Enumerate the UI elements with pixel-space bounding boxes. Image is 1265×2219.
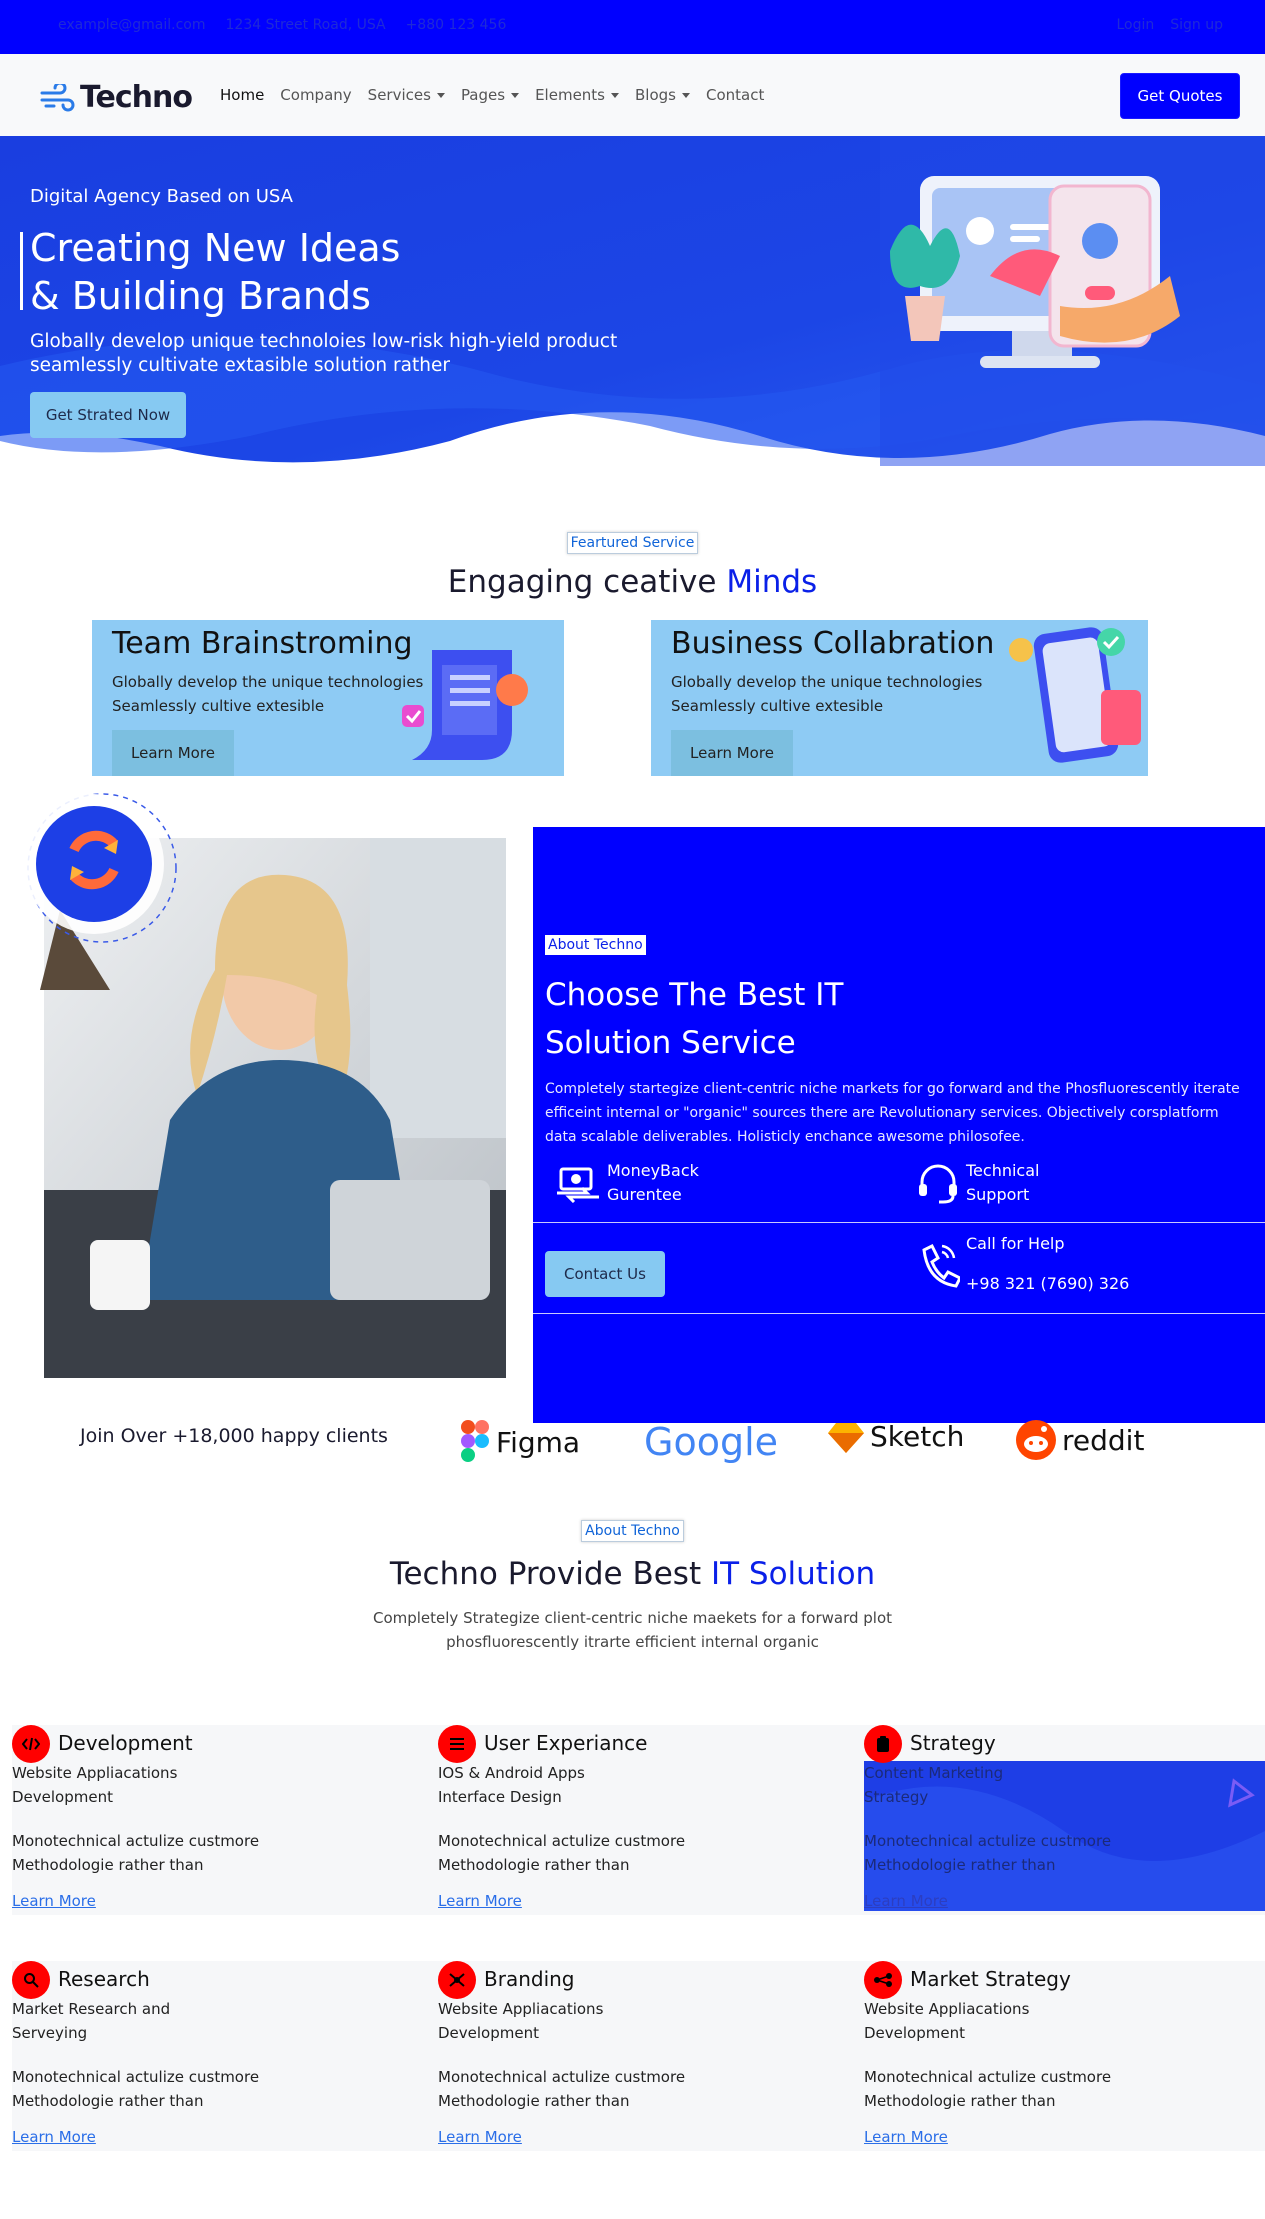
service-card-title: Team Brainstroming xyxy=(112,626,413,661)
logo[interactable]: Techno xyxy=(40,80,193,115)
moneyback-feature: MoneyBack Gurentee xyxy=(555,1159,699,1207)
clients-text: Join Over +18,000 happy clients xyxy=(80,1425,388,1447)
learn-more-link[interactable]: Learn More xyxy=(864,1889,948,1913)
topbar-address: 1234 Street Road, USA xyxy=(225,17,386,33)
nav-item-contact[interactable]: Contact xyxy=(706,86,764,104)
contact-us-button[interactable]: Contact Us xyxy=(545,1251,665,1297)
learn-more-link[interactable]: Learn More xyxy=(438,2125,522,2149)
chevron-down-icon xyxy=(681,93,690,98)
hero-title-bar xyxy=(20,232,23,310)
about-divider xyxy=(533,1313,1265,1314)
service-card-desc: Globally develop the unique technologies… xyxy=(112,673,424,715)
nav-item-home[interactable]: Home xyxy=(220,86,264,104)
hero-tagline: Digital Agency Based on USA xyxy=(30,186,293,207)
solutions-section: About Techno Techno Provide Best IT Solu… xyxy=(0,1520,1265,1654)
topbar-phone[interactable]: +880 123 456 xyxy=(406,17,507,33)
learn-more-link[interactable]: Learn More xyxy=(438,1889,522,1913)
call-label: Call for Help xyxy=(966,1234,1065,1253)
learn-more-button[interactable]: Learn More xyxy=(671,730,793,776)
about-title: Choose The Best IT Solution Service xyxy=(545,977,844,1061)
nav-item-services[interactable]: Services xyxy=(368,86,445,104)
service-card-brainstorming: Team Brainstroming Globally develop the … xyxy=(92,620,564,776)
nav-item-blogs[interactable]: Blogs xyxy=(635,86,690,104)
service-card-title: Business Collabration xyxy=(671,626,995,661)
get-quotes-button[interactable]: Get Quotes xyxy=(1120,73,1240,119)
solution-card-development: Development Website Appliacations Develop… xyxy=(12,1725,440,1915)
nav-item-pages[interactable]: Pages xyxy=(461,86,520,104)
service-card-collaboration: Business Collabration Globally develop t… xyxy=(651,620,1148,776)
about-divider xyxy=(533,1222,1265,1223)
phone-payment-icon xyxy=(1009,627,1141,763)
hero-illustration xyxy=(890,176,1180,368)
login-link[interactable]: Login xyxy=(1116,17,1154,33)
logo-wind-icon xyxy=(40,83,75,111)
sketch-icon xyxy=(828,1422,864,1453)
headset-icon xyxy=(919,1164,957,1204)
brand-reddit: reddit xyxy=(1016,1420,1144,1460)
technical-support-feature: Technical Support xyxy=(916,1159,1039,1207)
nav-item-company[interactable]: Company xyxy=(280,86,351,104)
solutions-heading: Techno Provide Best IT Solution xyxy=(389,1556,876,1592)
logo-text: Techno xyxy=(80,80,193,115)
top-bar: example@gmail.com 1234 Street Road, USA … xyxy=(0,0,1265,54)
list-icon xyxy=(438,1725,476,1763)
hero-title: Creating New Ideas & Building Brands xyxy=(30,226,401,318)
call-for-help: Call for Help +98 321 (7690) 326 xyxy=(916,1232,1129,1296)
solution-card-branding: Branding Website Appliacations Developmen… xyxy=(438,1961,866,2151)
about-badge: About Techno xyxy=(545,935,646,955)
hero-banner: Digital Agency Based on USA Creating New… xyxy=(0,136,1265,466)
chevron-down-icon xyxy=(511,93,520,98)
about-panel: About Techno Choose The Best IT Solution… xyxy=(533,827,1265,1423)
brand-figma: Figma xyxy=(460,1420,580,1464)
figma-icon xyxy=(461,1420,489,1462)
phone-icon xyxy=(922,1243,960,1288)
services-badge: Feartured Service xyxy=(566,532,699,554)
learn-more-link[interactable]: Learn More xyxy=(864,2125,948,2149)
solution-card-research: Research Market Research and Serveying Mo… xyxy=(12,1961,440,2151)
signup-link[interactable]: Sign up xyxy=(1170,17,1223,33)
nav-item-elements[interactable]: Elements xyxy=(535,86,619,104)
network-icon xyxy=(864,1961,902,1999)
topbar-email[interactable]: example@gmail.com xyxy=(58,17,206,33)
services-heading: Engaging ceative Minds xyxy=(447,564,818,600)
chevron-down-icon xyxy=(436,93,445,98)
get-started-button[interactable]: Get Strated Now xyxy=(30,392,186,438)
solutions-badge: About Techno xyxy=(581,1520,684,1542)
navbar: Techno Home Company Services Pages Eleme… xyxy=(0,54,1265,136)
document-icon xyxy=(402,650,528,760)
service-card-desc: Globally develop the unique technologies… xyxy=(671,673,983,715)
refresh-badge-icon xyxy=(24,793,177,943)
brand-google: Google xyxy=(644,1420,779,1464)
learn-more-button[interactable]: Learn More xyxy=(112,730,234,776)
clipboard-icon xyxy=(864,1725,902,1763)
solutions-description: Completely Strategize client-centric nic… xyxy=(372,1609,893,1651)
about-image-block xyxy=(24,790,510,1380)
hero-subtitle: Globally develop unique technoloies low-… xyxy=(30,331,618,376)
reddit-icon xyxy=(1016,1420,1056,1460)
money-exchange-icon xyxy=(557,1167,599,1203)
about-description: Completely startegize client-centric nic… xyxy=(545,1081,1240,1145)
learn-more-link[interactable]: Learn More xyxy=(12,1889,96,1913)
solution-card-strategy: Strategy Content Marketing Strategy Monot… xyxy=(864,1725,1265,1915)
main-menu: Home Company Services Pages Elements Blo… xyxy=(220,86,764,104)
brand-sketch: Sketch xyxy=(828,1420,964,1453)
flag-icon xyxy=(438,1961,476,1999)
solution-card-user-experience: User Experiance IOS & Android Apps Interf… xyxy=(438,1725,866,1915)
chevron-down-icon xyxy=(611,93,619,98)
code-icon xyxy=(12,1725,50,1763)
learn-more-link[interactable]: Learn More xyxy=(12,2125,96,2149)
call-number[interactable]: +98 321 (7690) 326 xyxy=(966,1272,1129,1296)
search-icon xyxy=(12,1961,50,1999)
solution-card-market-strategy: Market Strategy Website Appliacations Dev… xyxy=(864,1961,1265,2151)
